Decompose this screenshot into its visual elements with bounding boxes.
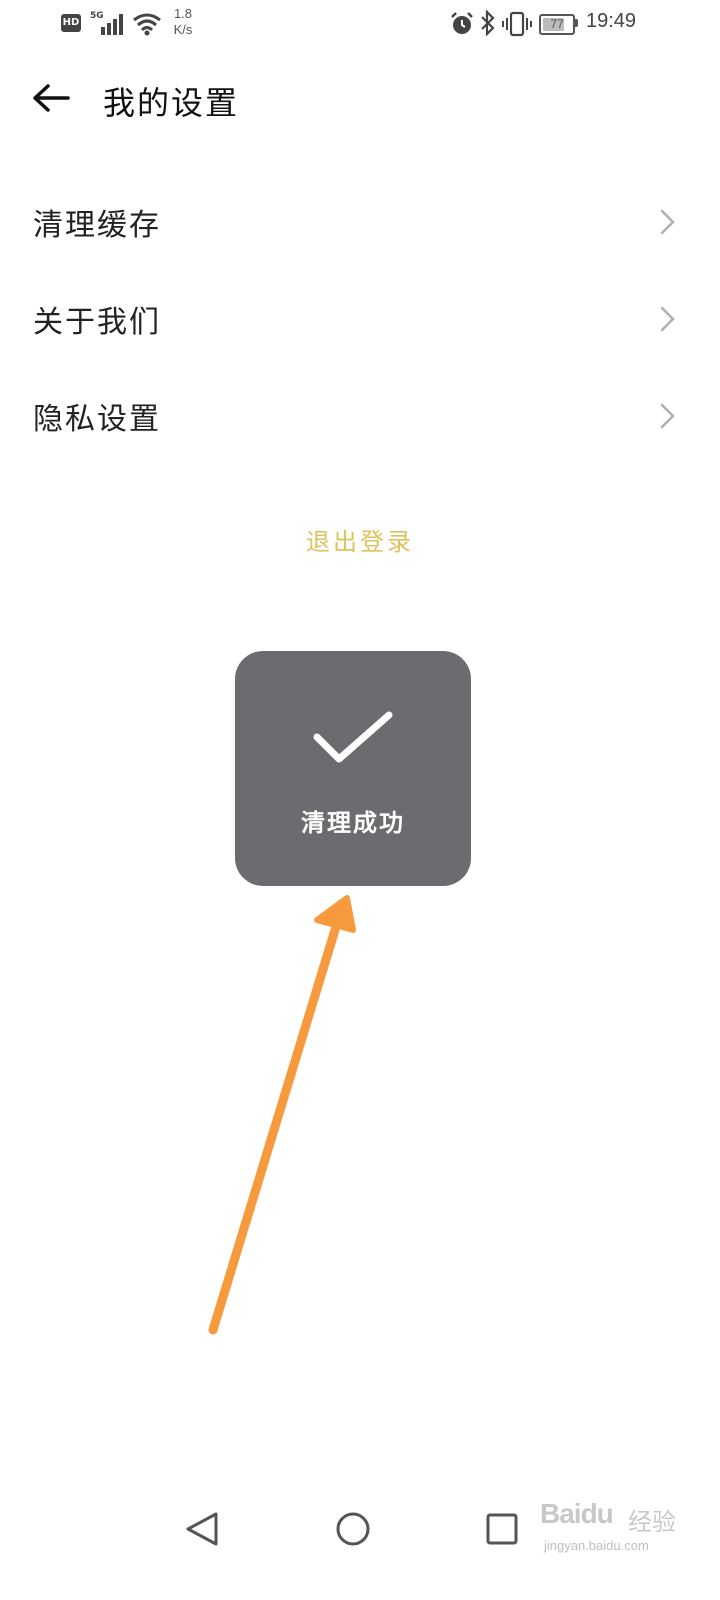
logout-button[interactable]: 退出登录	[260, 520, 460, 564]
menu-item-clear-cache[interactable]: 清理缓存	[0, 174, 720, 270]
clock: 19:49	[586, 10, 637, 32]
network-speed: 1.8 K/s	[168, 6, 198, 38]
menu-item-label: 清理缓存	[33, 208, 161, 243]
recents-square-icon	[486, 1513, 518, 1545]
wifi-icon	[133, 13, 161, 36]
arrow-up-icon	[208, 895, 356, 1335]
network-speed-value: 1.8	[173, 6, 193, 21]
battery-level: 77	[550, 17, 564, 31]
battery-tip	[575, 19, 578, 27]
back-button[interactable]	[28, 78, 76, 118]
menu-item-about-us[interactable]: 关于我们	[0, 271, 720, 367]
checkmark-icon	[313, 711, 393, 763]
page-title: 我的设置	[103, 84, 240, 122]
home-circle-icon	[336, 1512, 370, 1546]
status-bar: HD 5G 1.8 K/s 77 19:49	[0, 0, 720, 50]
back-triangle-icon	[186, 1512, 218, 1546]
vibrate-icon	[502, 11, 532, 37]
battery-icon: 77	[539, 14, 575, 35]
chevron-right-icon	[660, 306, 675, 332]
watermark-url: jingyan.baidu.com	[544, 1538, 649, 1553]
alarm-icon	[451, 12, 473, 34]
signal-icon	[101, 14, 123, 35]
success-toast: 清理成功	[235, 651, 471, 886]
chevron-right-icon	[660, 209, 675, 235]
bluetooth-icon	[481, 10, 495, 36]
menu-item-label: 关于我们	[33, 305, 161, 340]
chevron-right-icon	[660, 403, 675, 429]
nav-recents-button[interactable]	[470, 1500, 534, 1560]
network-speed-unit: K/s	[173, 22, 193, 37]
hd-icon: HD	[61, 14, 81, 32]
baidu-watermark: Baidu 经验 jingyan.baidu.com	[540, 1490, 710, 1570]
watermark-brand: Baidu	[540, 1498, 614, 1529]
nav-back-button[interactable]	[170, 1500, 234, 1560]
nav-home-button[interactable]	[321, 1500, 385, 1560]
watermark-brand-cn: 经验	[628, 1508, 676, 1536]
arrow-left-icon	[33, 84, 70, 112]
menu-item-privacy-settings[interactable]: 隐私设置	[0, 368, 720, 464]
toast-message: 清理成功	[301, 808, 405, 837]
menu-item-label: 隐私设置	[33, 402, 161, 437]
